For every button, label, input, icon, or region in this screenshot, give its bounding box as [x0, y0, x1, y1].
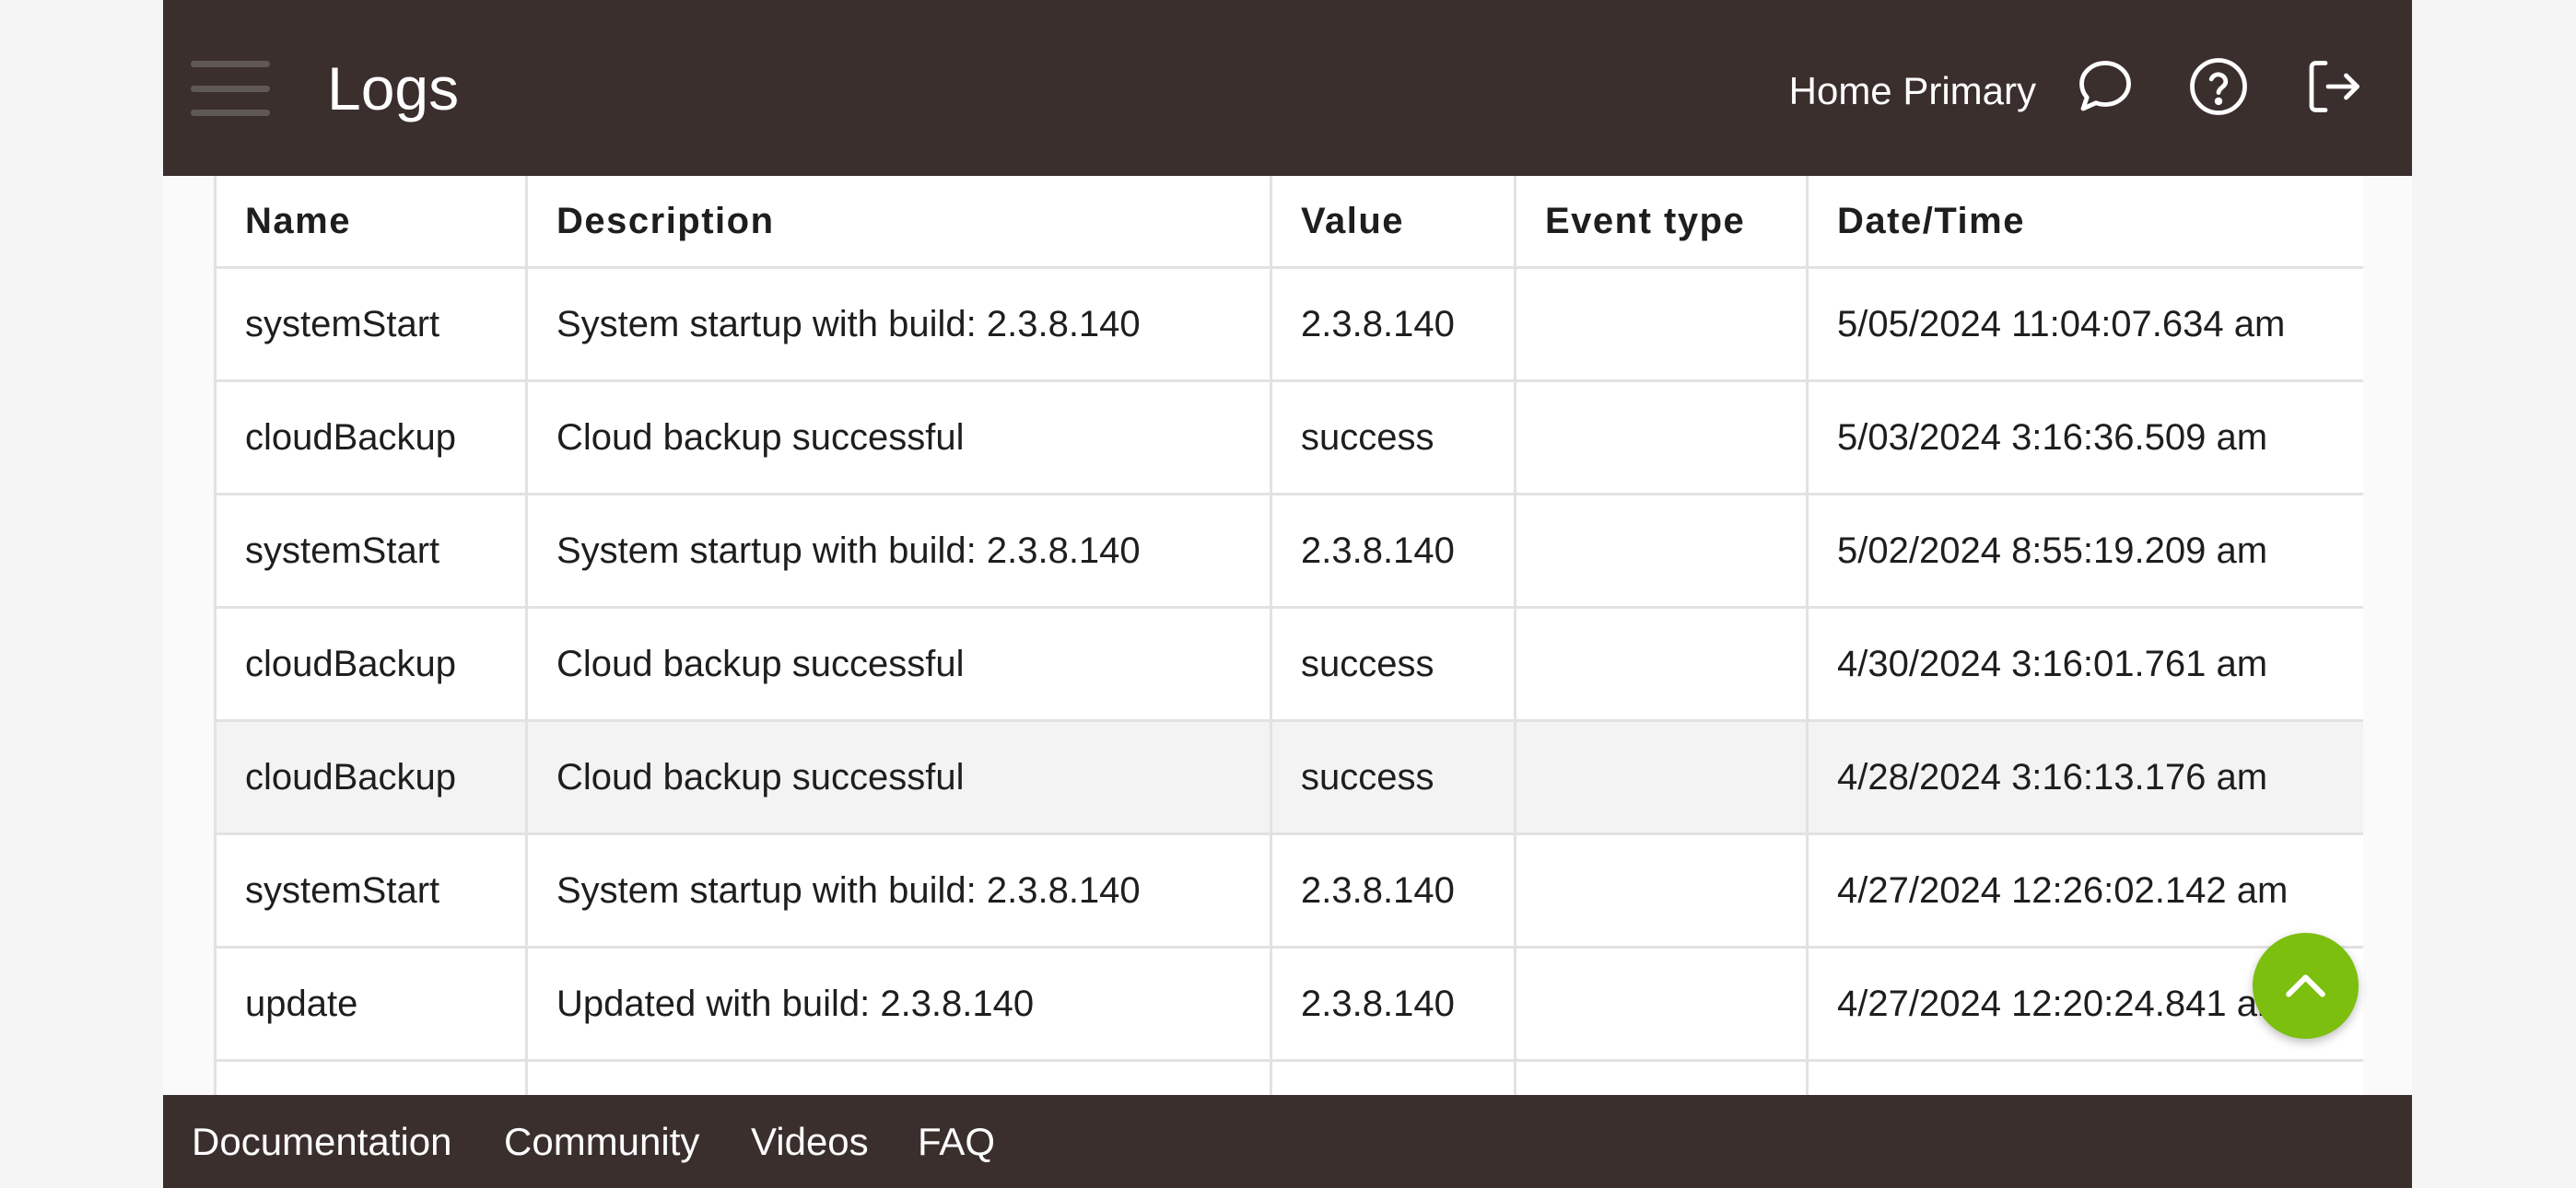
- cell-value: success: [1270, 379, 1516, 495]
- footer-bar: Documentation Community Videos FAQ: [163, 1095, 2412, 1188]
- cell-value: 2.3.8.140: [1270, 946, 1516, 1062]
- cell-description: Updated with build: 2.3.8.140: [525, 946, 1272, 1062]
- cell-event-type: [1514, 833, 1809, 949]
- cell-event-type: [1514, 946, 1809, 1062]
- app-window: Logs Home Primary Name Description Value…: [163, 0, 2412, 1188]
- table-row[interactable]: systemStart System startup with build: 2…: [214, 266, 2363, 382]
- cell-datetime: 5/02/2024 8:55:19.209 am: [1806, 493, 2363, 609]
- table-row[interactable]: [214, 1059, 2363, 1095]
- cell-description: Cloud backup successful: [525, 719, 1272, 835]
- cell-name: [214, 1059, 528, 1095]
- cell-description: [525, 1059, 1272, 1095]
- cell-event-type: [1514, 266, 1809, 382]
- cell-name: systemStart: [214, 833, 528, 949]
- cell-event-type: [1514, 1059, 1809, 1095]
- cell-value: 2.3.8.140: [1270, 493, 1516, 609]
- table-row[interactable]: cloudBackup Cloud backup successful succ…: [214, 606, 2363, 722]
- cell-datetime: 4/30/2024 3:16:01.761 am: [1806, 606, 2363, 722]
- column-header-description[interactable]: Description: [525, 176, 1272, 269]
- footer-link-community[interactable]: Community: [504, 1119, 699, 1165]
- cell-description: Cloud backup successful: [525, 606, 1272, 722]
- cell-value: success: [1270, 606, 1516, 722]
- page-title: Logs: [327, 54, 460, 122]
- cell-event-type: [1514, 493, 1809, 609]
- cell-event-type: [1514, 606, 1809, 722]
- table-row[interactable]: systemStart System startup with build: 2…: [214, 833, 2363, 949]
- footer-link-documentation[interactable]: Documentation: [192, 1119, 452, 1165]
- table-row[interactable]: update Updated with build: 2.3.8.140 2.3…: [214, 946, 2363, 1062]
- top-app-bar: Logs Home Primary: [163, 0, 2412, 176]
- cell-description: System startup with build: 2.3.8.140: [525, 266, 1272, 382]
- cell-event-type: [1514, 719, 1809, 835]
- cell-value: success: [1270, 719, 1516, 835]
- cell-datetime: 5/05/2024 11:04:07.634 am: [1806, 266, 2363, 382]
- column-header-name[interactable]: Name: [214, 176, 528, 269]
- location-name[interactable]: Home Primary: [1789, 68, 2036, 114]
- footer-link-videos[interactable]: Videos: [751, 1119, 869, 1165]
- table-header-row: Name Description Value Event type Date/T…: [214, 176, 2363, 269]
- cell-datetime: 4/28/2024 3:16:13.176 am: [1806, 719, 2363, 835]
- chat-bubble-icon[interactable]: [2072, 53, 2138, 120]
- column-header-event-type[interactable]: Event type: [1514, 176, 1809, 269]
- cell-name: systemStart: [214, 493, 528, 609]
- cell-name: cloudBackup: [214, 719, 528, 835]
- cell-description: System startup with build: 2.3.8.140: [525, 833, 1272, 949]
- cell-datetime: 5/03/2024 3:16:36.509 am: [1806, 379, 2363, 495]
- cell-event-type: [1514, 379, 1809, 495]
- footer-link-faq[interactable]: FAQ: [918, 1119, 995, 1165]
- cell-name: update: [214, 946, 528, 1062]
- cell-datetime: [1806, 1059, 2363, 1095]
- cell-description: Cloud backup successful: [525, 379, 1272, 495]
- logout-icon[interactable]: [2301, 53, 2367, 120]
- table-row[interactable]: cloudBackup Cloud backup successful succ…: [214, 379, 2363, 495]
- cell-value: 2.3.8.140: [1270, 266, 1516, 382]
- table-row[interactable]: systemStart System startup with build: 2…: [214, 493, 2363, 609]
- cell-value: [1270, 1059, 1516, 1095]
- cell-name: systemStart: [214, 266, 528, 382]
- menu-icon[interactable]: [191, 61, 270, 116]
- logs-table: Name Description Value Event type Date/T…: [214, 176, 2363, 1095]
- help-circle-icon[interactable]: [2185, 53, 2252, 120]
- chevron-up-icon: [2286, 974, 2325, 997]
- logs-table-container[interactable]: Name Description Value Event type Date/T…: [214, 176, 2363, 1095]
- cell-name: cloudBackup: [214, 606, 528, 722]
- cell-description: System startup with build: 2.3.8.140: [525, 493, 1272, 609]
- cell-datetime: 4/27/2024 12:26:02.142 am: [1806, 833, 2363, 949]
- column-header-datetime[interactable]: Date/Time: [1806, 176, 2363, 269]
- cell-name: cloudBackup: [214, 379, 528, 495]
- cell-value: 2.3.8.140: [1270, 833, 1516, 949]
- scroll-to-top-button[interactable]: [2253, 933, 2359, 1039]
- table-row-hovered[interactable]: cloudBackup Cloud backup successful succ…: [214, 719, 2363, 835]
- column-header-value[interactable]: Value: [1270, 176, 1516, 269]
